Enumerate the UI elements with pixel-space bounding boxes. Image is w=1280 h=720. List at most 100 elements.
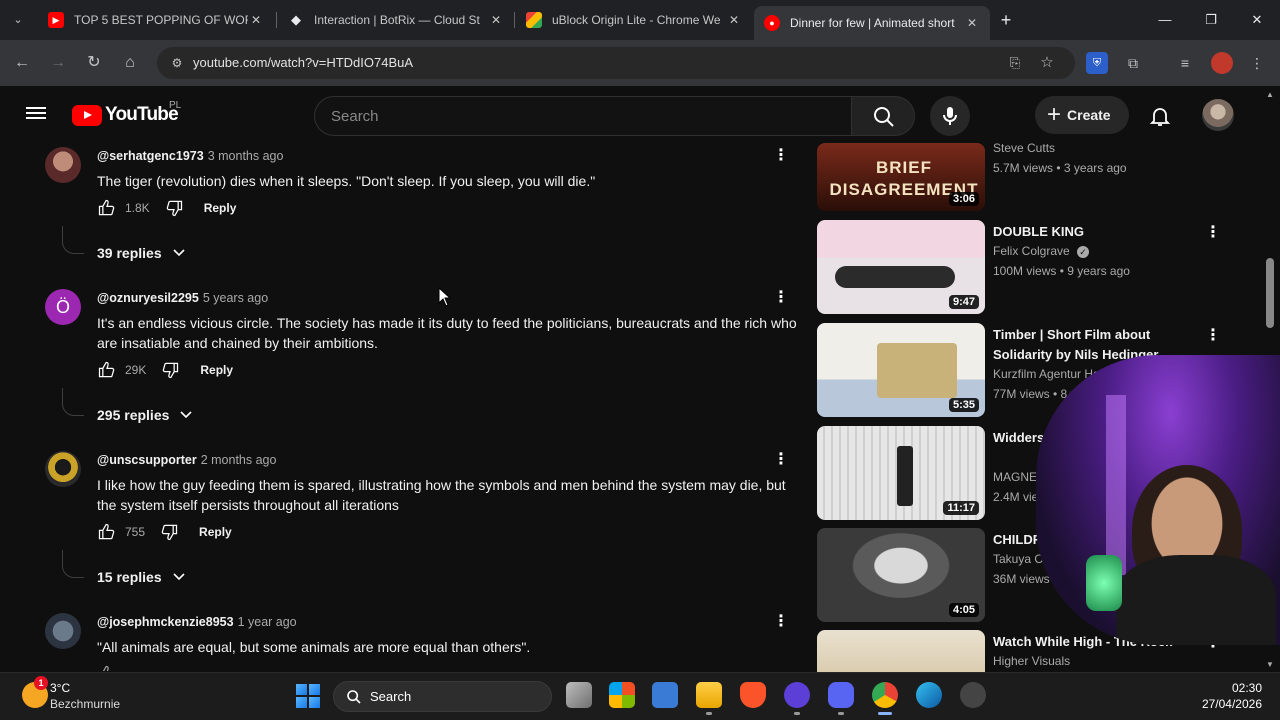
comment-actions: 1.8K Reply bbox=[97, 198, 236, 218]
scroll-up-arrow-icon[interactable]: ▲ bbox=[1266, 90, 1274, 99]
new-tab-button[interactable]: + bbox=[996, 10, 1016, 30]
edge-icon[interactable] bbox=[916, 682, 942, 708]
author-handle[interactable]: @oznuryesil2295 bbox=[97, 291, 199, 305]
commenter-avatar[interactable] bbox=[45, 147, 81, 183]
tab-close-icon[interactable]: ✕ bbox=[248, 13, 264, 27]
thumbs-up-icon[interactable] bbox=[97, 664, 117, 671]
comment-more-icon[interactable]: ⋮ bbox=[773, 451, 789, 471]
related-video[interactable]: 9:47 DOUBLE KING Felix Colgrave ✓ 100M v… bbox=[817, 220, 1221, 315]
tab-botrix[interactable]: ◆ Interaction | BotRix — Cloud St ✕ bbox=[278, 6, 514, 34]
browser-menu-icon[interactable]: ⋮ bbox=[1246, 52, 1268, 74]
comment-more-icon[interactable]: ⋮ bbox=[773, 613, 789, 633]
media-controls-icon[interactable]: ≡ bbox=[1174, 52, 1196, 74]
commenter-avatar[interactable] bbox=[45, 613, 81, 649]
minimize-window-icon[interactable]: — bbox=[1150, 8, 1180, 32]
comment-author[interactable]: @josephmckenzie8953 1 year ago bbox=[97, 615, 297, 629]
video-thumbnail[interactable]: 5:35 bbox=[817, 323, 985, 417]
video-more-icon[interactable]: ⋮ bbox=[1205, 222, 1221, 242]
comment-time[interactable]: 2 months ago bbox=[201, 453, 277, 467]
comment-author[interactable]: @oznuryesil2295 5 years ago bbox=[97, 291, 268, 305]
comment-author[interactable]: @unscsupporter 2 months ago bbox=[97, 453, 276, 467]
install-app-icon[interactable]: ⎘ bbox=[1005, 53, 1025, 73]
tab-close-icon[interactable]: ✕ bbox=[488, 13, 504, 27]
comment-time[interactable]: 5 years ago bbox=[203, 291, 268, 305]
taskbar-search[interactable]: Search bbox=[333, 681, 552, 712]
tab-ublock[interactable]: uBlock Origin Lite - Chrome We ✕ bbox=[516, 6, 752, 34]
video-thumbnail[interactable]: BRIEF DISAGREEMENT 3:06 bbox=[817, 143, 985, 211]
tab-dinner-for-few[interactable]: ● Dinner for few | Animated short ✕ bbox=[754, 6, 990, 40]
video-channel[interactable]: MAGNE bbox=[993, 470, 1037, 484]
restore-window-icon[interactable]: ❐ bbox=[1196, 8, 1226, 32]
widgets-icon[interactable] bbox=[609, 682, 635, 708]
profile-avatar-icon[interactable] bbox=[1211, 52, 1233, 74]
task-view-icon[interactable] bbox=[566, 682, 592, 708]
ublock-extension-icon[interactable]: ⛨ bbox=[1086, 52, 1108, 74]
video-channel[interactable]: Steve Cutts bbox=[993, 141, 1055, 155]
tab-search-icon[interactable]: ⌄ bbox=[8, 10, 28, 30]
windows-start-icon[interactable] bbox=[296, 684, 320, 708]
weather-widget[interactable]: 1 3°C Bezchmurnie bbox=[22, 676, 162, 714]
reply-button[interactable]: Reply bbox=[199, 525, 232, 539]
bookmark-star-icon[interactable]: ☆ bbox=[1037, 53, 1057, 73]
chrome-icon[interactable] bbox=[872, 682, 898, 708]
commenter-avatar[interactable] bbox=[45, 451, 81, 487]
thumbs-down-icon[interactable] bbox=[160, 360, 180, 380]
video-channel[interactable]: Felix Colgrave ✓ bbox=[993, 244, 1090, 258]
video-thumbnail[interactable] bbox=[817, 630, 985, 672]
url-text: youtube.com/watch?v=HTDdIO74BuA bbox=[193, 55, 414, 70]
page-scrollbar-thumb[interactable] bbox=[1266, 258, 1274, 328]
video-title[interactable]: DOUBLE KING bbox=[993, 222, 1193, 242]
home-icon[interactable]: ⌂ bbox=[118, 51, 142, 75]
tab-popping[interactable]: ▶ TOP 5 BEST POPPING OF WORL ✕ bbox=[38, 6, 274, 34]
thumbs-up-icon[interactable] bbox=[97, 522, 117, 542]
author-handle[interactable]: @unscsupporter bbox=[97, 453, 197, 467]
scroll-down-arrow-icon[interactable]: ▼ bbox=[1266, 660, 1274, 669]
back-arrow-icon[interactable]: ← bbox=[10, 51, 34, 75]
author-handle[interactable]: @josephmckenzie8953 bbox=[97, 615, 234, 629]
brave-browser-icon[interactable] bbox=[740, 682, 766, 708]
forward-arrow-icon[interactable]: → bbox=[46, 51, 70, 75]
thumbs-up-icon[interactable] bbox=[97, 198, 117, 218]
comment-time[interactable]: 1 year ago bbox=[238, 615, 297, 629]
address-bar[interactable]: ⚙ youtube.com/watch?v=HTDdIO74BuA ⎘ ☆ bbox=[157, 47, 1075, 79]
video-channel[interactable]: Higher Visuals bbox=[993, 654, 1070, 668]
comment-more-icon[interactable]: ⋮ bbox=[773, 147, 789, 167]
close-window-icon[interactable]: ✕ bbox=[1242, 8, 1272, 32]
thumbs-up-icon[interactable] bbox=[97, 360, 117, 380]
video-thumbnail[interactable]: 4:05 bbox=[817, 528, 985, 622]
reload-icon[interactable]: ↻ bbox=[82, 51, 106, 75]
youtube-logo[interactable]: YouTube PL bbox=[72, 100, 181, 126]
microsoft-store-icon[interactable] bbox=[652, 682, 678, 708]
reply-button[interactable]: Reply bbox=[200, 363, 233, 377]
video-more-icon[interactable]: ⋮ bbox=[1205, 325, 1221, 345]
view-replies-button[interactable]: 15 replies bbox=[97, 569, 186, 585]
discord-icon[interactable] bbox=[828, 682, 854, 708]
clock-time: 02:30 bbox=[1231, 681, 1262, 695]
tab-separator bbox=[276, 12, 277, 28]
file-explorer-icon[interactable] bbox=[696, 682, 722, 708]
view-replies-button[interactable]: 39 replies bbox=[97, 245, 186, 261]
view-replies-button[interactable]: 295 replies bbox=[97, 407, 193, 423]
video-thumbnail[interactable]: 9:47 bbox=[817, 220, 985, 314]
video-thumbnail[interactable]: 11:17 bbox=[817, 426, 985, 520]
reply-button[interactable]: Reply bbox=[204, 201, 237, 215]
author-handle[interactable]: @serhatgenc1973 bbox=[97, 149, 204, 163]
comment-author[interactable]: @serhatgenc1973 3 months ago bbox=[97, 149, 283, 163]
comment-more-icon[interactable]: ⋮ bbox=[773, 289, 789, 309]
obs-app-icon[interactable] bbox=[784, 682, 810, 708]
commenter-avatar[interactable]: Ö bbox=[45, 289, 81, 325]
tab-close-icon[interactable]: ✕ bbox=[726, 13, 742, 27]
related-video[interactable]: BRIEF DISAGREEMENT 3:06 Steve Cutts 5.7M… bbox=[817, 117, 1217, 212]
thumbs-down-icon[interactable] bbox=[159, 522, 179, 542]
comment-time[interactable]: 3 months ago bbox=[208, 149, 284, 163]
thumbs-down-icon[interactable] bbox=[164, 198, 184, 218]
steelseries-icon[interactable] bbox=[960, 682, 986, 708]
system-clock[interactable]: 02:30 27/04/2026 bbox=[1190, 680, 1262, 712]
tab-close-icon[interactable]: ✕ bbox=[964, 16, 980, 30]
site-info-icon[interactable]: ⚙ bbox=[167, 53, 187, 73]
hamburger-menu-icon[interactable] bbox=[26, 104, 46, 124]
extensions-puzzle-icon[interactable]: ⧉ bbox=[1122, 52, 1144, 74]
video-duration: 3:06 bbox=[948, 192, 979, 206]
search-input[interactable]: Search bbox=[314, 96, 852, 136]
channel-name[interactable]: Felix Colgrave bbox=[993, 244, 1070, 258]
